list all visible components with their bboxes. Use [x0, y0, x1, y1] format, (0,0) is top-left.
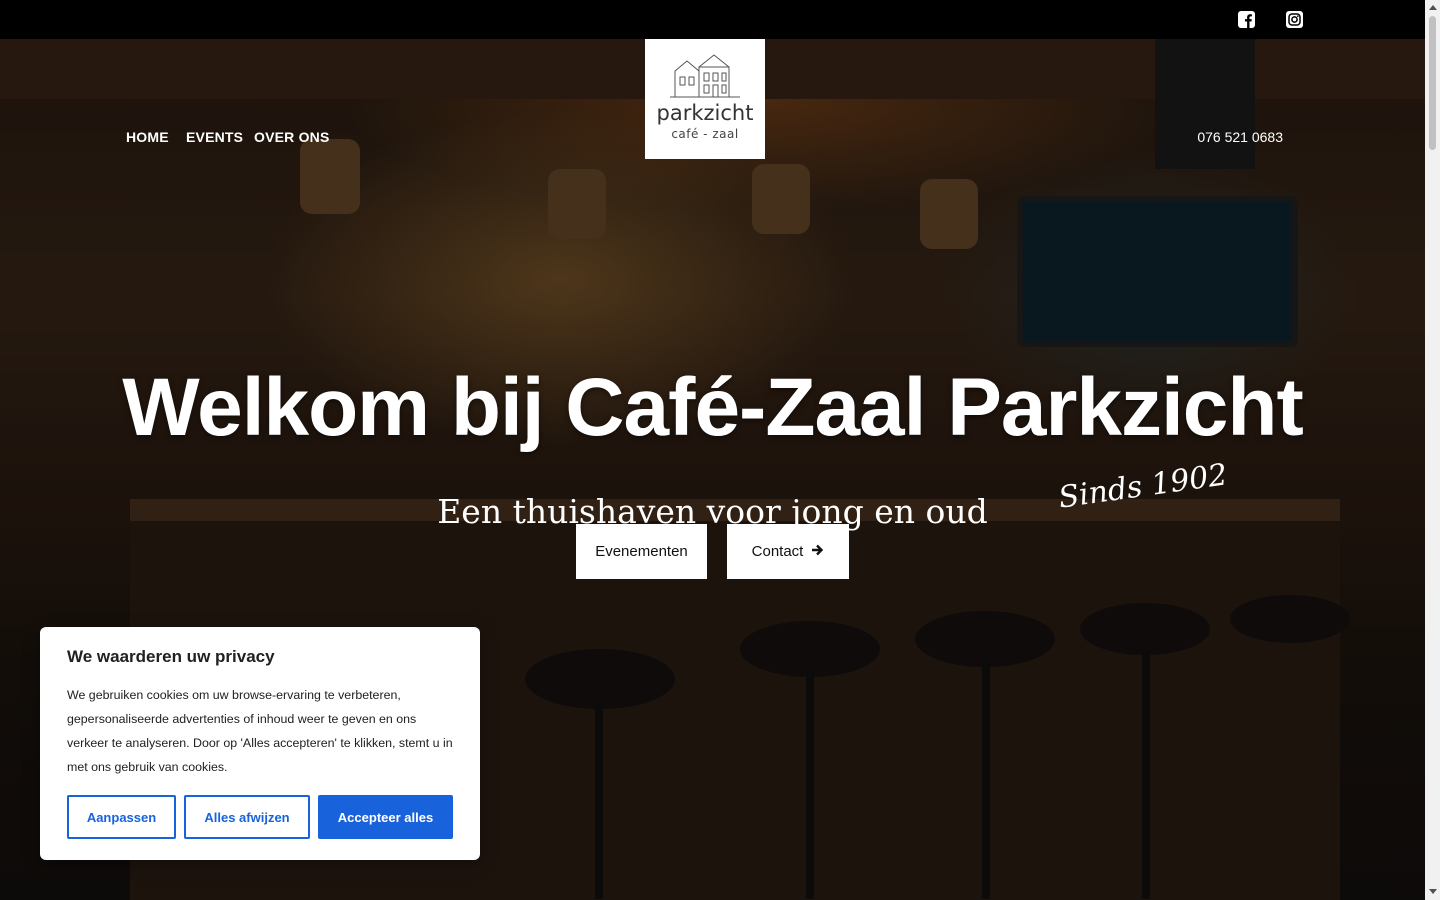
- events-button-label: Evenementen: [595, 543, 688, 560]
- page-scrollbar[interactable]: [1425, 0, 1440, 900]
- building-logo-icon: [670, 54, 740, 98]
- cookie-description: We gebruiken cookies om uw browse-ervari…: [67, 688, 453, 774]
- cookie-reject-button[interactable]: Alles afwijzen: [184, 795, 310, 839]
- hero-title: Welkom bij Café-Zaal Parkzicht: [122, 362, 1304, 453]
- nav-over-ons[interactable]: OVER ONS: [254, 129, 330, 145]
- hero-subtitle: Een thuishaven voor jong en oud: [437, 492, 988, 531]
- logo-subtitle: café - zaal: [671, 127, 739, 141]
- scrollbar-thumb[interactable]: [1429, 16, 1436, 150]
- contact-button-label: Contact: [751, 543, 804, 560]
- facebook-square-icon[interactable]: [1238, 11, 1255, 28]
- contact-button[interactable]: Contact: [727, 524, 849, 579]
- instagram-icon[interactable]: [1286, 11, 1303, 28]
- nav-events[interactable]: EVENTS: [186, 129, 243, 145]
- logo-wordmark: parkzicht: [656, 101, 754, 125]
- parkzicht-logo[interactable]: parkzicht café - zaal: [645, 39, 765, 159]
- events-button[interactable]: Evenementen: [576, 524, 707, 579]
- scroll-down-icon[interactable]: [1429, 889, 1437, 894]
- top-bar: [0, 0, 1425, 39]
- scroll-up-icon[interactable]: [1429, 5, 1437, 10]
- nav-home[interactable]: HOME: [126, 129, 169, 145]
- cookie-consent-banner: We waarderen uw privacy We gebruiken coo…: [40, 627, 480, 860]
- phone-link[interactable]: 076 521 0683: [1197, 129, 1283, 145]
- cookie-accept-button[interactable]: Accepteer alles: [318, 795, 453, 839]
- arrow-right-icon: [811, 543, 824, 560]
- cookie-title: We waarderen uw privacy: [67, 647, 275, 666]
- cookie-customize-button[interactable]: Aanpassen: [67, 795, 176, 839]
